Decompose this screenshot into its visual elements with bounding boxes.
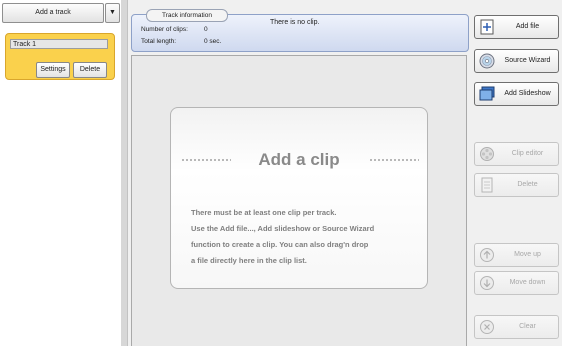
clip-editor-button[interactable]: Clip editor [474,142,559,166]
source-wizard-button[interactable]: Source Wizard [474,49,559,73]
track-info-tab: Track information [146,9,228,22]
hint-line: a file directly here in the clip list. [191,256,307,265]
panel-splitter[interactable] [121,0,128,346]
total-length-label: Total length: [141,38,177,45]
arrow-up-icon [480,248,494,262]
chevron-down-icon: ▼ [109,9,116,16]
arrow-down-icon [480,276,494,290]
track-status-text: There is no clip. [270,19,320,26]
move-up-label: Move up [514,251,541,258]
delete-clip-button[interactable]: Delete [474,173,559,197]
add-slideshow-button[interactable]: Add Slideshow [474,82,559,106]
decorative-dots-right [369,159,419,161]
hint-line: There must be at least one clip per trac… [191,208,337,217]
slideshow-icon [479,86,495,101]
add-file-icon [480,19,494,35]
track-settings-button[interactable]: Settings [36,62,70,78]
source-wizard-label: Source Wizard [504,57,551,64]
clips-count-value: 0 [204,26,208,33]
add-file-button[interactable]: Add file [474,15,559,39]
delete-clip-label: Delete [517,181,538,188]
delete-page-icon [481,177,493,193]
add-track-dropdown-button[interactable]: ▼ [105,3,120,23]
add-clip-hint-card: Add a clip There must be at least one cl… [170,107,428,289]
move-down-label: Move down [509,279,546,286]
film-reel-icon [480,147,494,161]
clear-x-icon [480,320,494,334]
clips-count-label: Number of clips: [141,26,188,33]
add-track-button[interactable]: Add a track [2,3,104,23]
total-length-value: 0 sec. [204,38,222,45]
disc-icon [479,53,495,69]
add-file-label: Add file [515,23,540,30]
add-slideshow-label: Add Slideshow [504,90,551,97]
move-up-button[interactable]: Move up [474,243,559,267]
clip-editor-label: Clip editor [511,150,544,157]
move-down-button[interactable]: Move down [474,271,559,295]
clear-button[interactable]: Clear [474,315,559,339]
hint-line: function to create a clip. You can also … [191,240,369,249]
track-panel: Add a track ▼ Track 1 Settings Delete [0,0,122,346]
hint-line: Use the Add file..., Add slideshow or So… [191,224,375,233]
track-name-input[interactable]: Track 1 [10,39,108,49]
track-delete-button[interactable]: Delete [73,62,107,78]
add-track-control: Add a track ▼ [2,3,120,23]
clear-label: Clear [519,323,536,330]
track-card[interactable]: Track 1 Settings Delete [5,33,115,80]
